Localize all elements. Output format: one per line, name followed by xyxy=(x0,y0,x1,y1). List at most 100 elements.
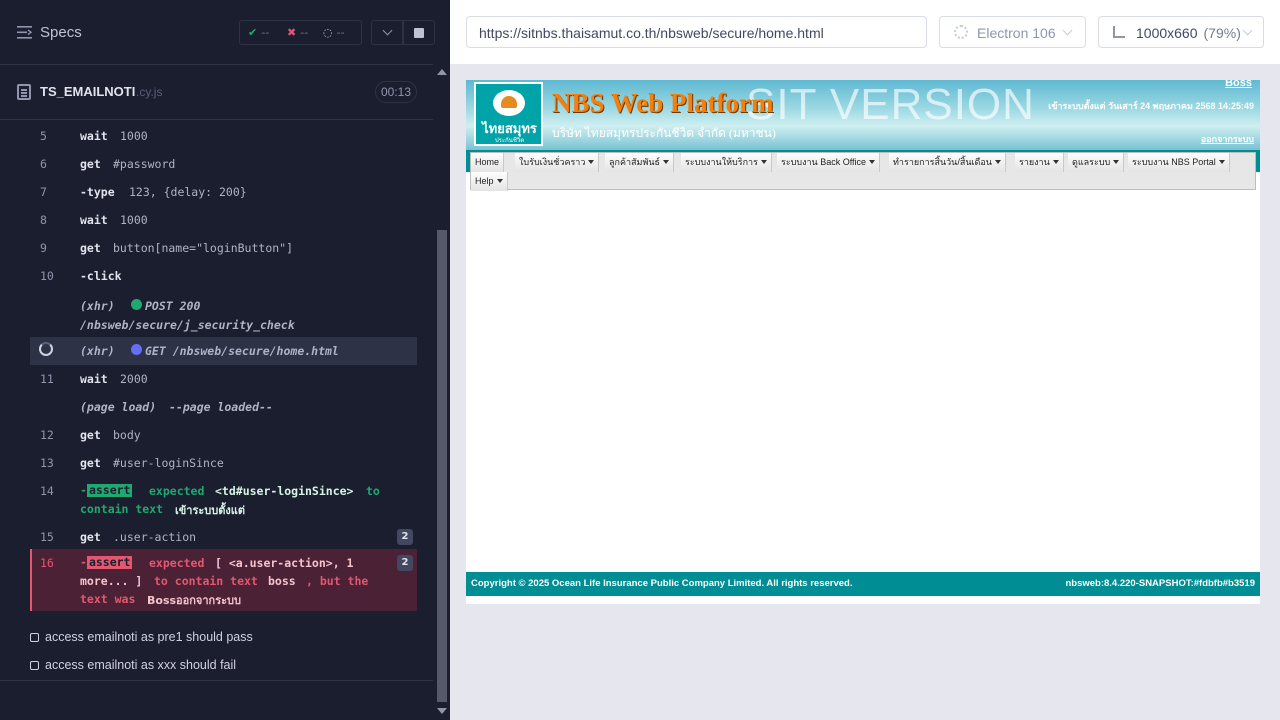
command-name: get xyxy=(80,241,101,255)
logout-link[interactable]: ออกจากระบบ xyxy=(1201,132,1254,146)
pending-icon: ◌ xyxy=(323,26,333,39)
command-message: .user-action xyxy=(113,530,197,544)
page-load-message: --page loaded-- xyxy=(169,400,273,414)
command-name: wait xyxy=(80,129,108,143)
assert-expected: boss xyxy=(268,574,296,588)
reporter-scrollbar[interactable] xyxy=(433,65,450,720)
command-message: #user-loginSince xyxy=(113,456,224,470)
menu-label: ระบบงาน NBS Portal xyxy=(1132,157,1216,167)
browser-selector[interactable]: Electron 106 xyxy=(939,16,1086,48)
xhr-row[interactable]: (xhr) POST 200 /nbsweb/secure/j_security… xyxy=(30,290,417,336)
menu-item-nbs-portal[interactable]: ระบบงาน NBS Portal xyxy=(1128,153,1230,172)
caret-down-icon xyxy=(663,160,670,164)
menu-item-crm[interactable]: ลูกค้าสัมพันธ์ xyxy=(605,153,675,172)
passed-stat: ✔ -- xyxy=(248,26,269,39)
page-load-label: (page load) xyxy=(80,400,157,414)
test-item[interactable]: access emailnoti as xxx should fail xyxy=(30,658,430,674)
command-row[interactable]: 9 get button[name="loginButton"] xyxy=(30,234,417,262)
assert-message: expected xyxy=(149,556,205,570)
command-message: 2000 xyxy=(120,372,148,386)
failed-stat: ✖ -- xyxy=(287,26,308,39)
command-message: 1000 xyxy=(120,129,148,143)
command-number: 6 xyxy=(40,157,47,171)
assert-message: to contain text xyxy=(154,574,258,588)
xhr-row-active[interactable]: (xhr) GET /nbsweb/secure/home.html xyxy=(30,337,417,365)
platform-title: NBS Web Platform xyxy=(552,88,774,118)
xhr-method: POST 200 xyxy=(145,299,201,313)
command-name: get xyxy=(80,428,101,442)
reporter-panel: Specs ✔ -- ✖ -- ◌ -- TS_EMAILNOTI .cy.js 00… xyxy=(0,0,450,720)
environment-watermark: SIT VERSION xyxy=(746,80,1035,129)
menu-item-service[interactable]: ระบบงานให้บริการ xyxy=(681,153,772,172)
command-number: 7 xyxy=(40,185,47,199)
run-duration: 00:13 xyxy=(375,81,417,103)
viewport-selector[interactable]: 1000x660 (79%) xyxy=(1098,16,1264,48)
menu-item-admin[interactable]: ดูแลระบบ xyxy=(1068,153,1125,172)
command-row[interactable]: 8 wait 1000 xyxy=(30,206,417,234)
specs-list-icon[interactable] xyxy=(17,26,32,39)
options-dropdown-button[interactable] xyxy=(371,20,403,45)
stop-icon xyxy=(414,28,424,38)
menu-item-end-of-day[interactable]: ทำรายการสิ้นวัน/สิ้นเดือน xyxy=(889,153,1006,172)
command-row[interactable]: 15 get .user-action 2 xyxy=(30,523,417,551)
assert-message: to xyxy=(366,484,380,498)
menu-label: ระบบงานให้บริการ xyxy=(685,157,758,167)
command-message: button[name="loginButton"] xyxy=(113,241,294,255)
viewport-label: 1000x660 (79%) xyxy=(1136,25,1241,41)
pending-count: -- xyxy=(336,26,345,39)
menu-label: ระบบงาน Back Office xyxy=(781,157,867,167)
test-title: access emailnoti as xxx should fail xyxy=(45,658,237,672)
caret-down-icon xyxy=(1113,160,1120,164)
menu-label: ทำรายการสิ้นวัน/สิ้นเดือน xyxy=(893,157,992,167)
chevron-down-icon xyxy=(1062,25,1073,36)
assert-row-passed[interactable]: 14 - assert expected <td#user-loginSince>… xyxy=(30,477,417,523)
command-number: 13 xyxy=(40,456,54,470)
app-under-test-panel: https://sitnbs.thaisamut.co.th/nbsweb/se… xyxy=(450,0,1280,720)
command-row[interactable]: 11 wait 2000 xyxy=(30,365,417,393)
menu-item-home[interactable]: Home xyxy=(471,153,505,172)
specs-title[interactable]: Specs xyxy=(40,24,82,41)
scroll-up-arrow-icon[interactable] xyxy=(437,69,447,75)
menu-item-help[interactable]: Help xyxy=(471,172,508,191)
command-message: body xyxy=(113,428,141,442)
command-row[interactable]: 6 get #password xyxy=(30,150,417,178)
spec-file-header: TS_EMAILNOTI .cy.js 00:13 xyxy=(0,65,433,120)
test-item[interactable]: access emailnoti as pre1 should pass xyxy=(30,630,430,646)
menu-item-back-office[interactable]: ระบบงาน Back Office xyxy=(777,153,881,172)
xhr-url: /nbsweb/secure/j_security_check xyxy=(80,318,295,332)
assert-tag: assert xyxy=(86,555,133,569)
user-action-link[interactable]: Boss xyxy=(1225,80,1252,89)
assert-message: contain text xyxy=(80,502,164,516)
aut-header: https://sitnbs.thaisamut.co.th/nbsweb/se… xyxy=(450,0,1280,64)
command-name: get xyxy=(80,157,101,171)
menu-item-temp-receipt[interactable]: ใบรับเงินชั่วคราว xyxy=(515,153,600,172)
menu-item-reports[interactable]: รายงาน xyxy=(1015,153,1064,172)
stop-button[interactable] xyxy=(403,20,435,45)
command-name: -type xyxy=(80,185,115,199)
command-row[interactable]: 13 get #user-loginSince xyxy=(30,449,417,477)
assert-subject: [ <a.user-action>, 1 xyxy=(215,556,354,570)
url-bar[interactable]: https://sitnbs.thaisamut.co.th/nbsweb/se… xyxy=(466,16,927,48)
scrollbar-thumb[interactable] xyxy=(437,230,447,702)
spec-file-name[interactable]: TS_EMAILNOTI xyxy=(40,84,135,99)
command-number: 15 xyxy=(40,530,54,544)
page-load-row[interactable]: (page load) --page loaded-- xyxy=(30,393,417,421)
command-row[interactable]: 5 wait 1000 xyxy=(30,122,417,150)
command-number: 16 xyxy=(40,556,54,570)
element-count-badge: 2 xyxy=(397,555,413,571)
command-row[interactable]: 12 get body xyxy=(30,421,417,449)
viewport-size: 1000x660 xyxy=(1136,25,1198,41)
menu-label: Help xyxy=(475,176,494,186)
loading-spinner-icon xyxy=(39,342,53,356)
assert-actual: Bossออกจากระบบ xyxy=(147,594,241,607)
test-title: access emailnoti as pre1 should pass xyxy=(45,630,253,644)
scroll-down-arrow-icon[interactable] xyxy=(437,708,447,714)
caret-down-icon xyxy=(1052,160,1059,164)
specs-header: Specs ✔ -- ✖ -- ◌ -- xyxy=(0,0,435,65)
command-row[interactable]: 7 -type 123, {delay: 200} xyxy=(30,178,417,206)
assert-row-failed[interactable]: 16 - assert expected [ <a.user-action>, 1… xyxy=(30,549,417,611)
pending-stat: ◌ -- xyxy=(323,26,345,39)
command-name: wait xyxy=(80,372,108,386)
command-row[interactable]: 10 -click xyxy=(30,262,417,290)
assert-prefix: - assert xyxy=(80,483,133,497)
